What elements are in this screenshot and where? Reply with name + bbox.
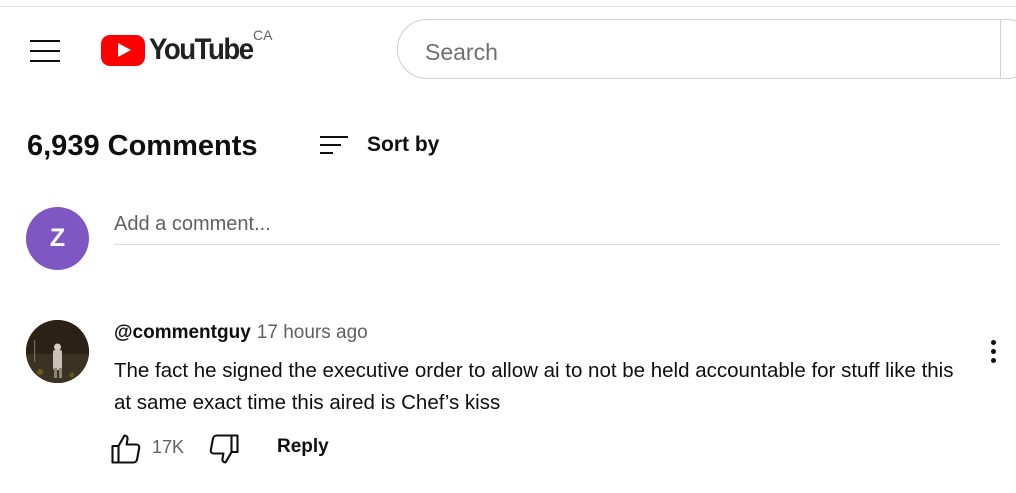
youtube-play-icon bbox=[101, 34, 145, 66]
dislike-button[interactable] bbox=[206, 431, 242, 467]
add-comment-input[interactable] bbox=[114, 210, 1000, 238]
comment-count-heading: 6,939 Comments bbox=[27, 130, 258, 162]
sort-icon bbox=[318, 133, 350, 157]
commenter-avatar-image bbox=[26, 320, 89, 383]
search-input[interactable] bbox=[423, 36, 987, 68]
commenter-avatar[interactable] bbox=[26, 320, 89, 383]
more-actions-icon[interactable] bbox=[985, 338, 1001, 368]
like-count: 17K bbox=[152, 437, 185, 457]
add-comment-underline bbox=[114, 244, 1000, 245]
hamburger-menu-icon[interactable] bbox=[30, 40, 60, 62]
like-button[interactable] bbox=[108, 431, 144, 467]
current-user-avatar[interactable]: Z bbox=[26, 207, 89, 270]
thumbs-up-icon bbox=[111, 434, 141, 464]
region-code: CA bbox=[253, 27, 273, 43]
reply-button[interactable]: Reply bbox=[277, 436, 329, 458]
comment-author[interactable]: @commentguy bbox=[114, 322, 251, 343]
comment-header: @commentguy 17 hours ago bbox=[114, 322, 368, 344]
comment-text: The fact he signed the executive order t… bbox=[114, 359, 954, 414]
top-divider bbox=[0, 6, 1016, 7]
sort-by-label: Sort by bbox=[367, 133, 440, 156]
thumbs-down-icon bbox=[209, 434, 239, 464]
logo-wordmark: YouTube bbox=[149, 33, 254, 66]
sort-by-button[interactable]: Sort by bbox=[318, 128, 439, 162]
comment-timestamp[interactable]: 17 hours ago bbox=[257, 322, 368, 343]
youtube-logo[interactable]: YouTube bbox=[101, 32, 262, 68]
search-button-divider bbox=[1000, 20, 1001, 78]
